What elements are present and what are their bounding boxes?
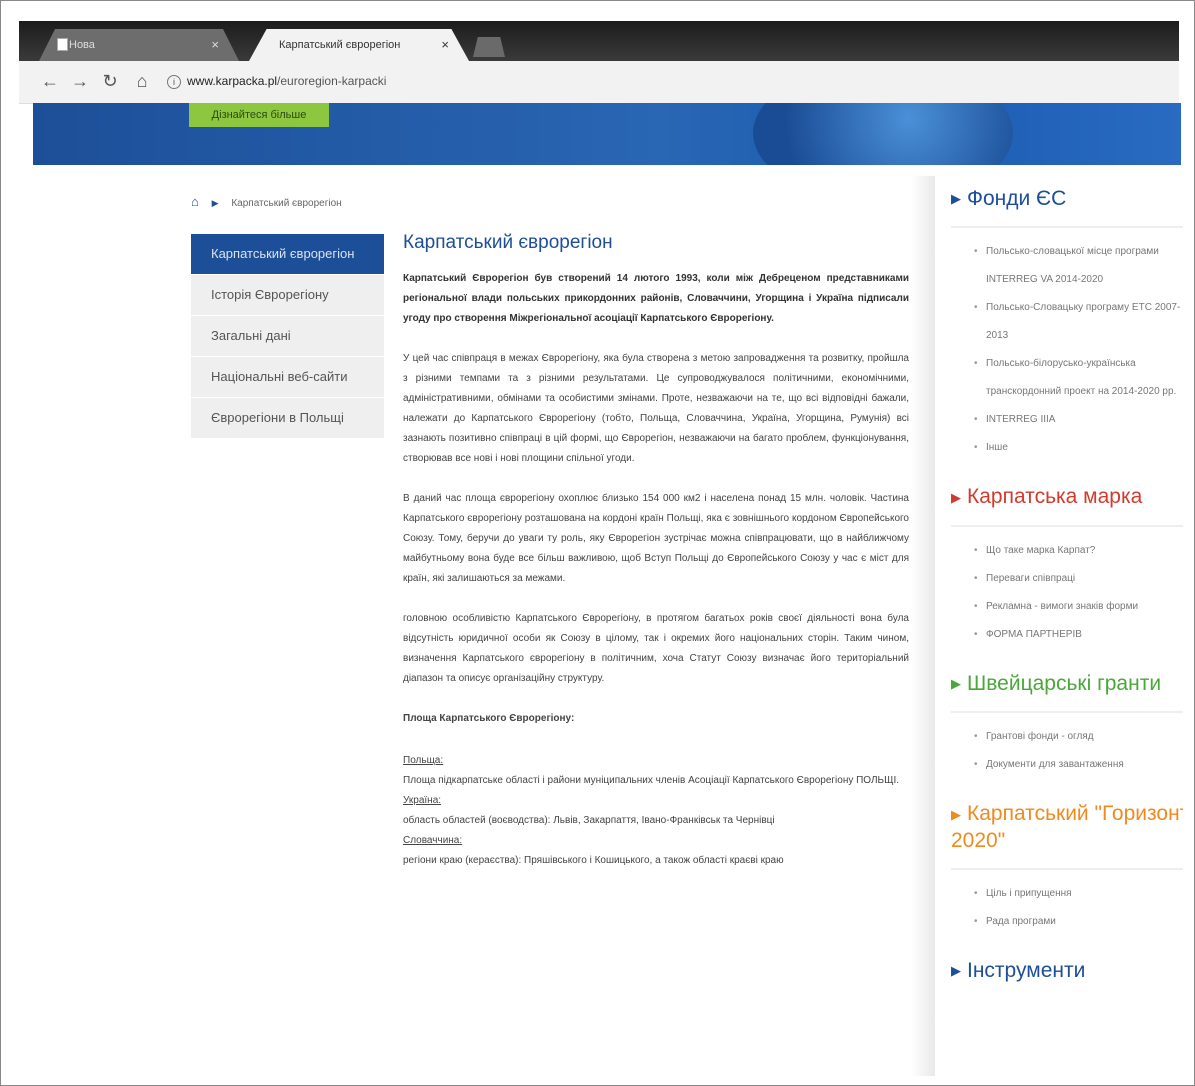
- forward-arrow-icon[interactable]: →: [69, 71, 91, 92]
- sidebar-section-tools: ▶ Інструменти: [951, 958, 1183, 998]
- sidebar-link[interactable]: Інше: [974, 434, 1183, 462]
- chevron-right-icon: ▶: [951, 676, 961, 692]
- paragraph: головною особливістю Карпатського Євроре…: [403, 613, 909, 684]
- paragraph: В даний час площа єврорегіону охоплює бл…: [403, 493, 909, 584]
- tab-label: Нова: [69, 39, 95, 51]
- sidebar-link[interactable]: ФОРМА ПАРТНЕРІВ: [974, 621, 1183, 649]
- left-nav-item-euroregions-poland[interactable]: Єврорегіони в Польщі: [191, 398, 384, 439]
- sidebar-heading-carpathian-brand[interactable]: ▶ Карпатська марка: [951, 484, 1183, 527]
- sidebar-heading-label: Фонди ЄС: [967, 187, 1067, 210]
- site-banner: Дізнайтеся більше: [33, 103, 1181, 165]
- sidebar-link-label: Інше: [986, 442, 1008, 454]
- reload-icon[interactable]: ↻: [99, 71, 121, 92]
- sidebar-heading-swiss-grants[interactable]: ▶ Швейцарські гранти: [951, 671, 1183, 714]
- sidebar-link[interactable]: Ціль і припущення: [974, 880, 1183, 908]
- chevron-right-icon: ▶: [211, 198, 219, 208]
- sidebar-section-horizon-2020: ▶Карпатський "Горизонт 2020" Ціль і прип…: [951, 801, 1183, 936]
- area-heading: Площа Карпатського Єврорегіону:: [403, 713, 575, 724]
- sidebar-link-label: ФОРМА ПАРТНЕРІВ: [986, 628, 1082, 640]
- page-title: Карпатський єврорегіон: [403, 232, 613, 253]
- sidebar-link-label: INTERREG IIIA: [986, 414, 1056, 426]
- url-path: /euroregion-karpacki: [277, 74, 387, 88]
- browser-tab-new[interactable]: Нова ×: [39, 29, 239, 61]
- screenshot-frame: Нова × Карпатський єврорегіон × ← → ↻ ⌂ …: [0, 0, 1195, 1086]
- left-nav-item-general-data[interactable]: Загальні дані: [191, 316, 384, 357]
- section-text-poland: Площа підкарпатське області і райони мун…: [403, 775, 900, 786]
- paragraph-lead: Карпатський Єврорегіон був створений 14 …: [403, 273, 909, 324]
- section-heading-slovakia: Словаччина:: [403, 835, 463, 846]
- breadcrumb: ⌂ ▶ Карпатський єврорегіон: [191, 194, 342, 209]
- sidebar-link-label: Польсько-білорусько-українська транскорд…: [986, 358, 1177, 398]
- sidebar-heading-label: Карпатська марка: [967, 485, 1143, 509]
- learn-more-button[interactable]: Дізнайтеся більше: [189, 103, 329, 127]
- browser-tab-bar: Нова × Карпатський єврорегіон ×: [19, 21, 1179, 61]
- right-sidebar: ▶ Фонди ЄС Польсько-словацької місце прог…: [951, 186, 1183, 1020]
- sidebar-section-swiss-grants: ▶ Швейцарські гранти Грантові фонди - огл…: [951, 671, 1183, 779]
- sidebar-section-eu-funds: ▶ Фонди ЄС Польсько-словацької місце прог…: [951, 186, 1183, 462]
- chevron-right-icon: ▶: [951, 806, 961, 822]
- sidebar-link-label: Польсько-Словацьку програму ЕТС 2007-201…: [986, 302, 1181, 342]
- sidebar-link[interactable]: INTERREG IIIA: [974, 406, 1183, 434]
- close-tab-icon[interactable]: ×: [211, 37, 219, 52]
- sidebar-link-label: Що таке марка Карпат?: [986, 544, 1096, 556]
- sidebar-heading-label: Карпатський "Горизонт 2020": [951, 802, 1183, 852]
- section-text-ukraine: область областей (воєводства): Львів, За…: [403, 815, 775, 826]
- sidebar-link-label: Документи для завантаження: [986, 759, 1124, 771]
- section-heading-poland: Польща:: [403, 755, 444, 766]
- sidebar-link[interactable]: Переваги співпраці: [974, 565, 1183, 593]
- back-arrow-icon[interactable]: ←: [39, 71, 61, 92]
- sidebar-link[interactable]: Що таке марка Карпат?: [974, 537, 1183, 565]
- sidebar-heading-label: Швейцарські гранти: [967, 671, 1162, 695]
- chevron-right-icon: ▶: [951, 191, 961, 207]
- sidebar-link-label: Переваги співпраці: [986, 572, 1076, 584]
- section-text-slovakia: регіони краю (кераєства): Пряшівського і…: [403, 855, 784, 866]
- home-icon[interactable]: ⌂: [191, 194, 199, 209]
- sidebar-link[interactable]: Польсько-білорусько-українська транскорд…: [974, 350, 1183, 406]
- sidebar-link[interactable]: Грантові фонди - огляд: [974, 723, 1183, 751]
- left-nav-item-national-websites[interactable]: Національні веб-сайти: [191, 357, 384, 398]
- paragraph: У цей час співпраця в межах Єврорегіону,…: [403, 353, 909, 464]
- browser-tab-active[interactable]: Карпатський єврорегіон ×: [249, 29, 469, 61]
- section-heading-ukraine: Україна:: [403, 795, 442, 806]
- info-icon[interactable]: i: [167, 74, 181, 89]
- url-domain: www.karpacka.pl: [187, 74, 278, 88]
- sidebar-link[interactable]: Польсько-словацької місце програми INTER…: [974, 238, 1183, 294]
- content-divider-shadow: [911, 176, 935, 1076]
- page-icon: [57, 38, 68, 51]
- sidebar-heading-eu-funds[interactable]: ▶ Фонди ЄС: [951, 186, 1183, 229]
- sidebar-link-label: Рада програми: [986, 915, 1056, 927]
- sidebar-link[interactable]: Рекламна - вимоги знаків форми: [974, 593, 1183, 621]
- sidebar-heading-label: Інструменти: [967, 958, 1086, 982]
- main-content: Карпатський єврорегіон Карпатський Єврор…: [403, 233, 909, 871]
- sidebar-link-label: Грантові фонди - огляд: [986, 731, 1094, 743]
- sidebar-heading-horizon-2020[interactable]: ▶ Карпатський "Горизонт 2020": [951, 801, 1183, 870]
- sidebar-link[interactable]: Польсько-Словацьку програму ЕТС 2007-201…: [974, 294, 1183, 350]
- address-bar[interactable]: i www.karpacka.pl/euroregion-karpacki: [167, 69, 1167, 93]
- sidebar-link-label: Рекламна - вимоги знаків форми: [986, 600, 1139, 612]
- sidebar-section-carpathian-brand: ▶Карпатська марка Що таке марка Карпат? …: [951, 484, 1183, 649]
- sidebar-link[interactable]: Документи для завантаження: [974, 751, 1183, 779]
- sidebar-heading-tools[interactable]: ▶ Інструменти: [951, 958, 1183, 998]
- left-nav-item-history[interactable]: Історія Єврорегіону: [191, 275, 384, 316]
- sidebar-link[interactable]: Рада програми: [974, 908, 1183, 936]
- new-tab-button[interactable]: [473, 37, 505, 57]
- breadcrumb-current: Карпатський єврорегіон: [231, 198, 342, 209]
- tab-label: Карпатський єврорегіон: [279, 39, 401, 51]
- chevron-right-icon: ▶: [951, 489, 961, 505]
- sidebar-link-label: Ціль і припущення: [986, 887, 1072, 899]
- chevron-right-icon: ▶: [951, 963, 961, 979]
- globe-graphic: [753, 103, 1013, 165]
- left-nav-item-karpatskyi[interactable]: Карпатський єврорегіон: [191, 234, 384, 275]
- browser-toolbar: ← → ↻ ⌂ i www.karpacka.pl/euroregion-karp…: [19, 61, 1179, 104]
- left-nav: Карпатський єврорегіон Історія Єврорегіо…: [191, 234, 384, 439]
- close-tab-icon[interactable]: ×: [441, 37, 449, 52]
- sidebar-link-label: Польсько-словацької місце програми INTER…: [986, 246, 1159, 286]
- home-icon[interactable]: ⌂: [131, 71, 153, 92]
